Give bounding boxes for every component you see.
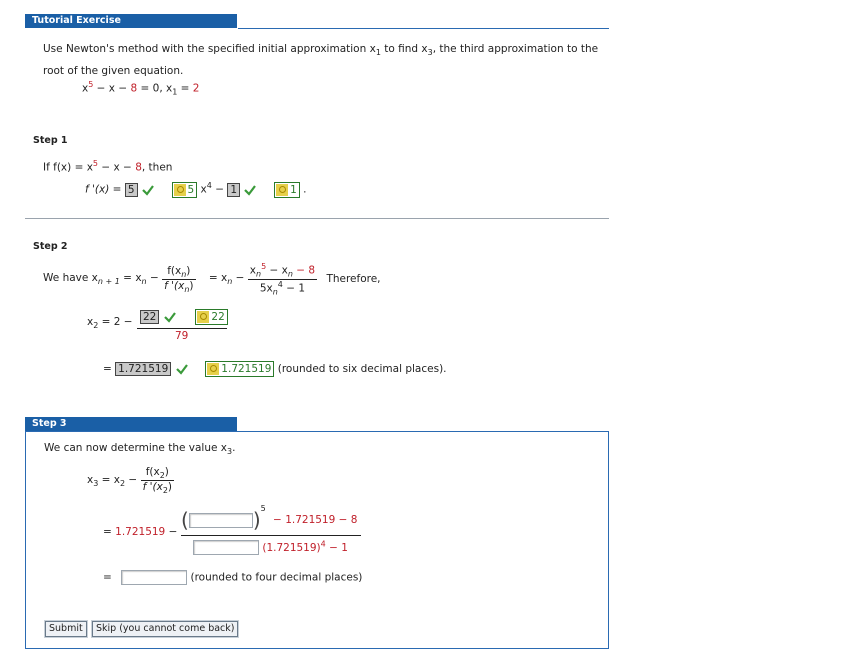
key-icon [276,183,289,196]
step3-header: Step 3 [25,417,237,431]
checkmark-icon [244,184,257,196]
key-icon [173,183,186,196]
step1-label: Step 1 [33,135,68,146]
x3-final-row: = (rounded to four decimal places) [103,570,363,585]
key-answer-x2[interactable]: 1.721519 [205,361,275,377]
answer-box-1[interactable]: 1 [227,182,241,197]
key-icon [197,311,210,323]
step3-intro: We can now determine the value x3. [44,442,236,457]
final-answer-input[interactable] [121,570,188,585]
given-equation: x5 − x − 8 = 0, x1 = 2 [82,80,200,97]
x3-denominator: (1.721519)4 − 1 [193,539,348,555]
tutorial-header-rule [238,28,609,29]
newton-formula: We have xn + 1 = xn − f(xn) f '(xn) = xn … [43,262,381,297]
checkmark-icon [163,312,176,323]
checkmark-icon [175,364,188,375]
answer-box-5[interactable]: 5 [124,182,138,197]
x3-numerator: ()5 − 1.721519 − 8 [181,504,358,532]
x2-result-row: = 1.721519 1.721519 (rounded to six deci… [103,361,447,377]
answer-box-22[interactable]: 22 [140,310,160,324]
x2-label: x2 = 2 − [87,316,133,331]
numerator-input[interactable] [188,512,253,528]
key-answer-5[interactable]: 5 [171,181,198,198]
divider [25,218,609,219]
x2-numerator: 22 22 [140,309,228,325]
checkmark-icon [142,184,154,196]
submit-button[interactable]: Submit [45,621,87,637]
x2-denominator: 79 [175,330,189,342]
step2-label: Step 2 [33,241,68,252]
step1-derivative-row: f '(x) = 5 5 x4 − 1 1 . [85,181,307,198]
tutorial-header: Tutorial Exercise [25,14,237,28]
x2-fraction-bar [137,328,227,329]
step1-if-text: If f(x) = x5 − x − 8, then [43,159,173,174]
key-icon [207,363,220,375]
x3-substituted: = 1.721519 − [103,526,178,538]
x3-fraction-bar [181,535,361,536]
intro-text: Use Newton's method with the specified i… [43,43,599,78]
skip-button[interactable]: Skip (you cannot come back) [92,621,239,637]
denominator-input[interactable] [193,540,259,555]
answer-box-x2[interactable]: 1.721519 [115,362,172,376]
key-answer-1[interactable]: 1 [274,181,300,198]
x3-formula: x3 = x2 − f(x2) f '(x2) [87,466,175,496]
key-answer-22[interactable]: 22 [195,309,228,325]
